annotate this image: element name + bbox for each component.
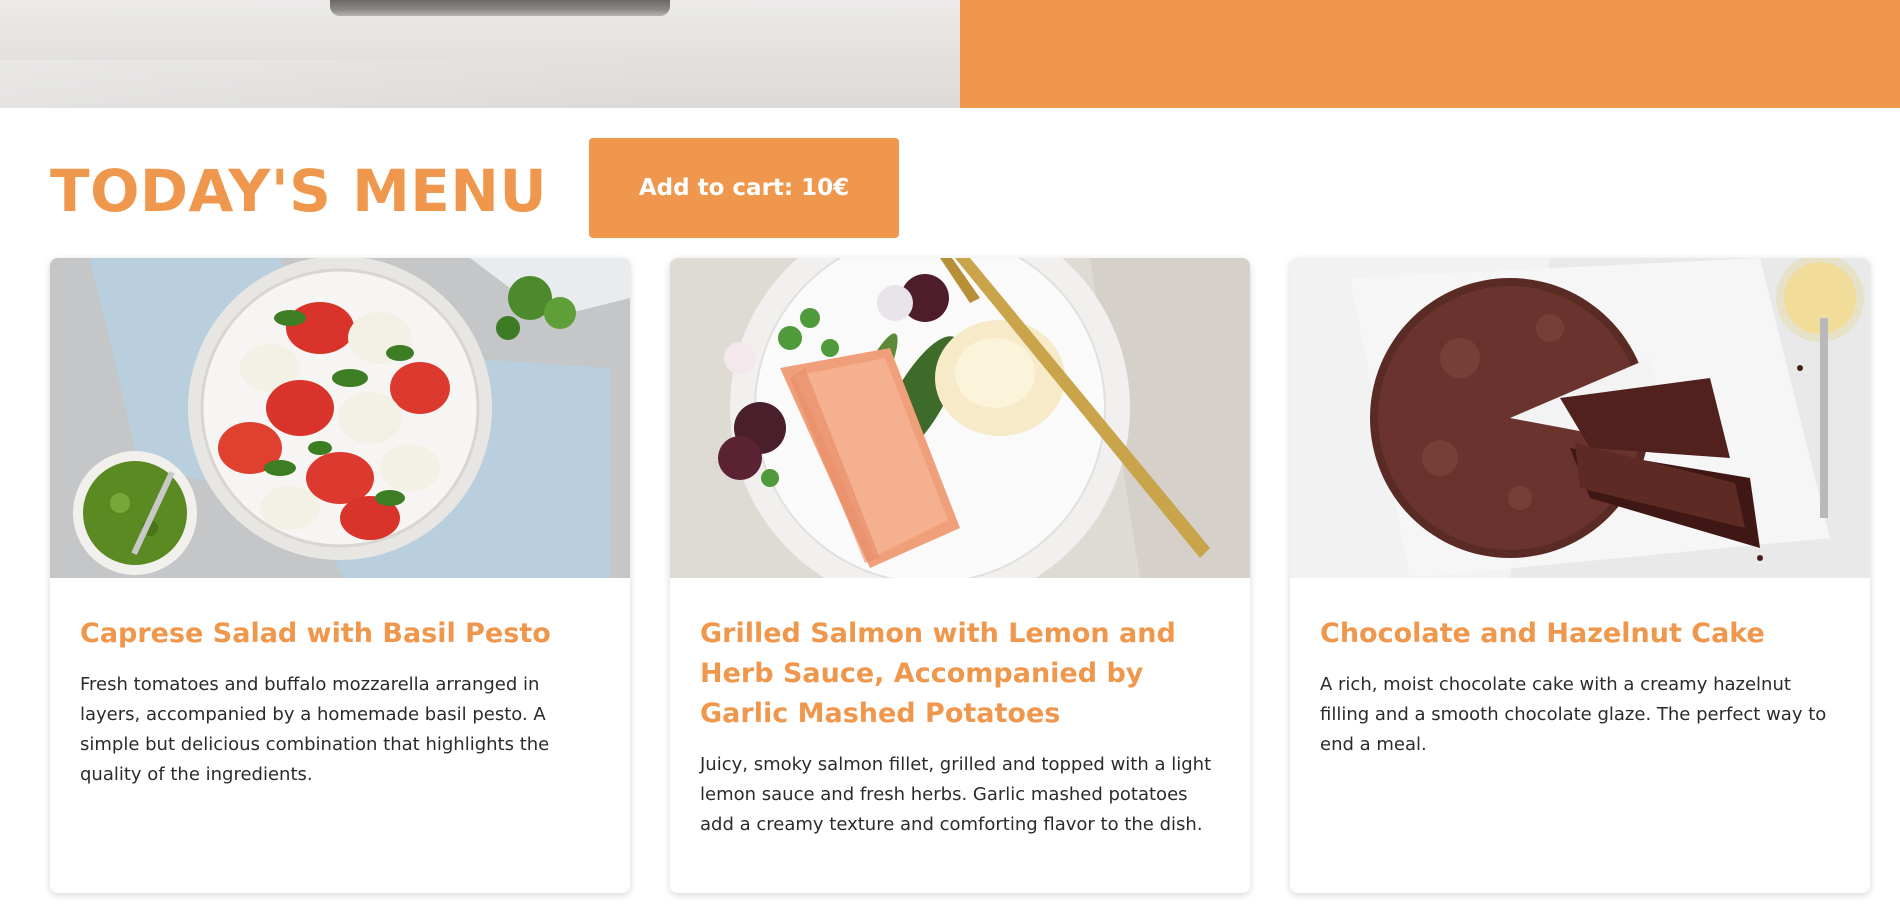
dish-title: Caprese Salad with Basil Pesto bbox=[80, 618, 551, 649]
dish-image-salmon bbox=[670, 258, 1250, 578]
dish-title: Chocolate and Hazelnut Cake bbox=[1320, 618, 1765, 649]
dish-description: Juicy, smoky salmon fillet, grilled and … bbox=[700, 754, 1212, 835]
dish-card-caprese: Caprese Salad with Basil Pesto Fresh tom… bbox=[50, 258, 630, 893]
dish-image-caprese bbox=[50, 258, 630, 578]
hero-banner bbox=[0, 0, 1900, 108]
dish-card-cake: Chocolate and Hazelnut Cake A rich, mois… bbox=[1290, 258, 1870, 893]
hero-kitchen-photo bbox=[0, 0, 960, 108]
dish-title: Grilled Salmon with Lemon and Herb Sauce… bbox=[700, 618, 1176, 729]
dish-card-list: Caprese Salad with Basil Pesto Fresh tom… bbox=[50, 258, 1870, 893]
dish-description: Fresh tomatoes and buffalo mozzarella ar… bbox=[80, 674, 550, 785]
page-title: TODAY'S MENU bbox=[50, 157, 548, 225]
dish-image-cake bbox=[1290, 258, 1870, 578]
dish-description: A rich, moist chocolate cake with a crea… bbox=[1320, 674, 1827, 755]
dish-card-salmon: Grilled Salmon with Lemon and Herb Sauce… bbox=[670, 258, 1250, 893]
hero-accent-panel bbox=[960, 0, 1900, 108]
add-to-cart-button[interactable]: Add to cart: 10€ bbox=[589, 138, 899, 238]
